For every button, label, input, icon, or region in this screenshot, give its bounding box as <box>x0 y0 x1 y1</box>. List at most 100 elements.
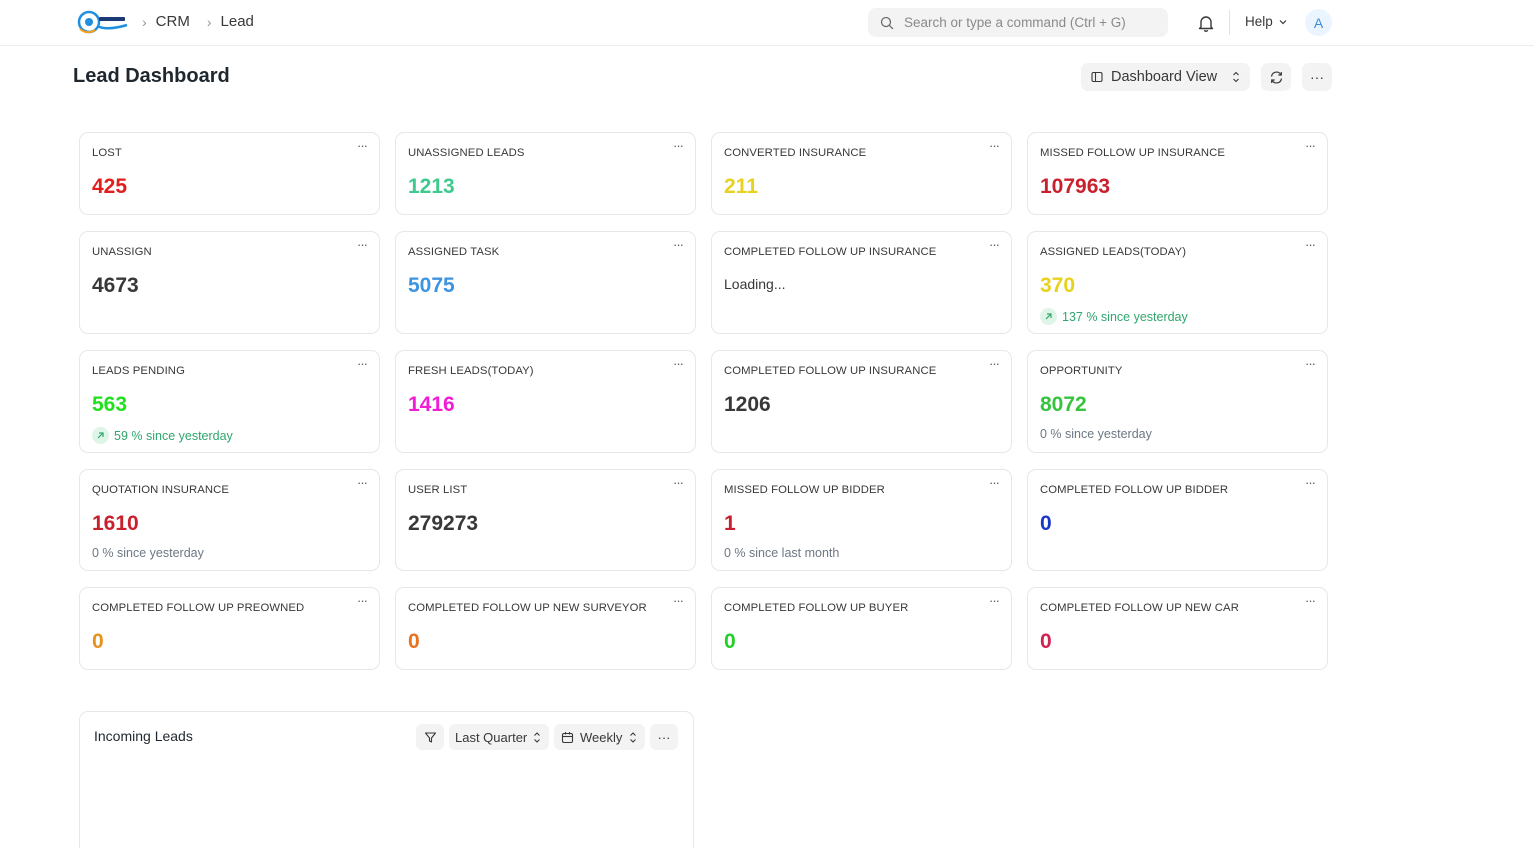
help-label: Help <box>1245 14 1273 29</box>
card-menu-icon[interactable]: ··· <box>985 139 1003 155</box>
number-card[interactable]: UNASSIGN ··· 4673 <box>79 231 380 334</box>
number-card[interactable]: ASSIGNED TASK ··· 5075 <box>395 231 696 334</box>
card-menu-icon[interactable]: ··· <box>985 238 1003 254</box>
number-card[interactable]: LEADS PENDING ··· 563 59 % since yesterday <box>79 350 380 453</box>
card-value: 1213 <box>408 175 455 198</box>
breadcrumb-lead[interactable]: Lead <box>221 13 254 30</box>
number-card[interactable]: OPPORTUNITY ··· 8072 0 % since yesterday <box>1027 350 1328 453</box>
number-card[interactable]: COMPLETED FOLLOW UP INSURANCE ··· Loading.… <box>711 231 1012 334</box>
breadcrumb-crm[interactable]: CRM <box>156 13 190 30</box>
card-title: COMPLETED FOLLOW UP INSURANCE <box>724 246 937 258</box>
card-menu-icon[interactable]: ··· <box>669 476 687 492</box>
card-value: Loading... <box>724 276 786 292</box>
number-card[interactable]: FRESH LEADS(TODAY) ··· 1416 <box>395 350 696 453</box>
card-title: MISSED FOLLOW UP INSURANCE <box>1040 147 1226 159</box>
filter-button[interactable] <box>416 724 444 750</box>
card-stat: 137 % since yesterday <box>1040 308 1188 325</box>
sidebar-toggle-icon <box>1091 71 1103 83</box>
card-title: UNASSIGN <box>92 246 152 258</box>
card-title: COMPLETED FOLLOW UP PREOWNED <box>92 602 305 614</box>
more-icon: ··· <box>657 729 671 745</box>
card-title: FRESH LEADS(TODAY) <box>408 365 534 377</box>
breadcrumb: › CRM › Lead <box>142 13 271 30</box>
card-menu-icon[interactable]: ··· <box>353 476 371 492</box>
card-title: USER LIST <box>408 484 468 496</box>
card-menu-icon[interactable]: ··· <box>353 594 371 610</box>
number-card[interactable]: MISSED FOLLOW UP INSURANCE ··· 107963 <box>1027 132 1328 215</box>
card-value: 211 <box>724 175 758 198</box>
card-menu-icon[interactable]: ··· <box>985 476 1003 492</box>
refresh-button[interactable] <box>1261 63 1291 91</box>
dashboard-view-label: Dashboard View <box>1111 69 1218 85</box>
card-menu-icon[interactable]: ··· <box>353 139 371 155</box>
page-title: Lead Dashboard <box>73 65 230 87</box>
card-menu-icon[interactable]: ··· <box>669 357 687 373</box>
number-card[interactable]: LOST ··· 425 <box>79 132 380 215</box>
card-value: 0 <box>92 630 104 653</box>
select-arrows-icon <box>630 732 636 743</box>
card-title: OPPORTUNITY <box>1040 365 1123 377</box>
card-menu-icon[interactable]: ··· <box>669 139 687 155</box>
card-menu-icon[interactable]: ··· <box>1301 594 1319 610</box>
divider <box>1229 10 1230 35</box>
calendar-icon <box>561 731 574 743</box>
card-stat: 59 % since yesterday <box>92 427 233 444</box>
card-title: MISSED FOLLOW UP BIDDER <box>724 484 885 496</box>
avatar[interactable]: A <box>1305 9 1332 36</box>
chevron-right-icon: › <box>206 13 212 30</box>
card-value: 0 <box>1040 630 1052 653</box>
card-title: COMPLETED FOLLOW UP INSURANCE <box>724 365 937 377</box>
app-logo-icon[interactable] <box>77 9 130 35</box>
timespan-select[interactable]: Last Quarter <box>449 724 549 750</box>
card-menu-icon[interactable]: ··· <box>985 594 1003 610</box>
interval-select[interactable]: Weekly <box>554 724 645 750</box>
card-menu-icon[interactable]: ··· <box>669 238 687 254</box>
card-value: 1610 <box>92 512 139 535</box>
dashboard-view-select[interactable]: Dashboard View <box>1081 63 1250 91</box>
help-dropdown[interactable]: Help <box>1245 14 1288 29</box>
number-card[interactable]: CONVERTED INSURANCE ··· 211 <box>711 132 1012 215</box>
card-value: 370 <box>1040 274 1076 297</box>
card-stat-text: 0 % since last month <box>724 546 840 560</box>
more-options-button[interactable]: ··· <box>1302 63 1332 91</box>
chevron-right-icon: › <box>142 13 147 30</box>
chart-options-button[interactable]: ··· <box>650 724 678 750</box>
card-value: 4673 <box>92 274 139 297</box>
card-menu-icon[interactable]: ··· <box>1301 238 1319 254</box>
card-stat-text: 0 % since yesterday <box>1040 427 1152 441</box>
number-card[interactable]: COMPLETED FOLLOW UP PREOWNED ··· 0 <box>79 587 380 670</box>
card-title: ASSIGNED LEADS(TODAY) <box>1040 246 1187 258</box>
card-menu-icon[interactable]: ··· <box>669 594 687 610</box>
filter-icon <box>424 731 436 743</box>
number-card[interactable]: COMPLETED FOLLOW UP BIDDER ··· 0 <box>1027 469 1328 571</box>
arrow-up-right-icon <box>92 427 109 444</box>
card-menu-icon[interactable]: ··· <box>1301 357 1319 373</box>
top-navbar: › CRM › Lead Search or type a command (C… <box>0 0 1534 46</box>
card-stat-text: 59 % since yesterday <box>114 428 233 443</box>
number-card[interactable]: COMPLETED FOLLOW UP NEW SURVEYOR ··· 0 <box>395 587 696 670</box>
number-card[interactable]: COMPLETED FOLLOW UP INSURANCE ··· 1206 <box>711 350 1012 453</box>
card-title: LOST <box>92 147 122 159</box>
card-menu-icon[interactable]: ··· <box>1301 476 1319 492</box>
card-value: 0 <box>408 630 420 653</box>
number-card[interactable]: USER LIST ··· 279273 <box>395 469 696 571</box>
card-menu-icon[interactable]: ··· <box>1301 139 1319 155</box>
card-title: UNASSIGNED LEADS <box>408 147 525 159</box>
card-stat: 0 % since last month <box>724 546 839 560</box>
card-menu-icon[interactable]: ··· <box>353 357 371 373</box>
arrow-up-right-icon <box>1040 308 1057 325</box>
card-title: COMPLETED FOLLOW UP NEW CAR <box>1040 602 1239 614</box>
number-card[interactable]: ASSIGNED LEADS(TODAY) ··· 370 137 % since y… <box>1027 231 1328 334</box>
card-stat: 0 % since yesterday <box>92 546 204 560</box>
number-card[interactable]: MISSED FOLLOW UP BIDDER ··· 1 0 % since las… <box>711 469 1012 571</box>
search-input[interactable]: Search or type a command (Ctrl + G) <box>868 8 1168 37</box>
number-card[interactable]: QUOTATION INSURANCE ··· 1610 0 % since yest… <box>79 469 380 571</box>
number-card[interactable]: COMPLETED FOLLOW UP BUYER ··· 0 <box>711 587 1012 670</box>
card-value: 107963 <box>1040 175 1111 198</box>
card-value: 0 <box>1040 512 1052 535</box>
number-card[interactable]: UNASSIGNED LEADS ··· 1213 <box>395 132 696 215</box>
number-card[interactable]: COMPLETED FOLLOW UP NEW CAR ··· 0 <box>1027 587 1328 670</box>
card-menu-icon[interactable]: ··· <box>353 238 371 254</box>
bell-icon[interactable] <box>1196 13 1216 33</box>
card-menu-icon[interactable]: ··· <box>985 357 1003 373</box>
